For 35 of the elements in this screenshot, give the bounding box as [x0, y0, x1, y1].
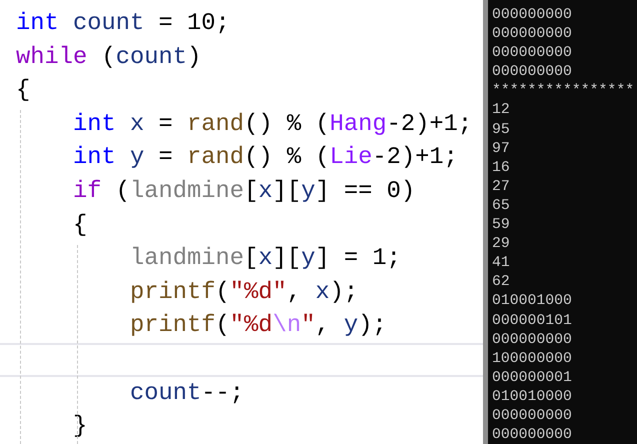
console-output-line: 000000001	[492, 368, 573, 388]
console-output-line: 62	[492, 273, 511, 292]
code-line: }	[73, 412, 88, 442]
code-line: count--;	[130, 378, 244, 409]
console-output-line: 000000000	[492, 426, 573, 444]
code-line: landmine[x][y] = 1;	[130, 244, 401, 274]
console-output-line: 000000101	[492, 312, 573, 330]
code-line: while (count)	[16, 42, 202, 73]
console-output-line: 000000000	[492, 25, 573, 44]
console-output-line: 16	[492, 158, 511, 178]
console-output-line: 010010000	[492, 388, 573, 407]
code-line: int y = rand() % (Lie-2)+1;	[73, 143, 458, 174]
console-output-line: 000000000	[492, 63, 573, 82]
code-line: {	[73, 210, 88, 241]
console-output-line: 12	[492, 101, 511, 120]
console-output-line: 27	[492, 178, 511, 197]
code-line: printf("%d", x);	[130, 278, 358, 308]
console-output-line: ****************	[492, 82, 636, 102]
console-output-line: 97	[492, 140, 511, 159]
console-output-line: 000000000	[492, 44, 573, 64]
code-line: int x = rand() % (Hang-2)+1;	[73, 110, 472, 140]
console-output-line: 59	[492, 216, 511, 236]
console-output-line: 41	[492, 254, 511, 274]
console-output-line: 29	[492, 235, 511, 254]
console-output-line: 000000000	[492, 406, 573, 426]
console-output-line: 100000000	[492, 350, 573, 369]
code-line: {	[16, 76, 30, 106]
console-output-line: 95	[492, 120, 511, 140]
console-output-line: 000000000	[492, 6, 573, 25]
code-line: printf("%d\n", y);	[130, 311, 387, 342]
console-output-line: 000000000	[492, 330, 573, 350]
code-line: int count = 10;	[16, 9, 230, 39]
console-output-line: 010001000	[492, 292, 573, 312]
console-output-line: 65	[492, 196, 511, 216]
code-line: if (landmine[x][y] == 0)	[73, 176, 416, 207]
